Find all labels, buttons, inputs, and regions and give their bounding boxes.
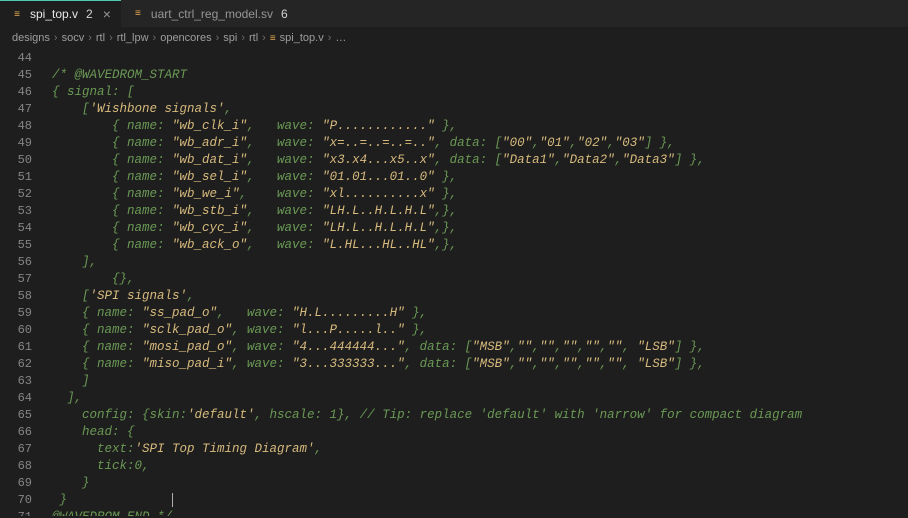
line-number: 55 xyxy=(0,237,32,254)
line-number: 48 xyxy=(0,118,32,135)
dirty-count: 2 xyxy=(86,7,93,21)
breadcrumb-seg[interactable]: spi xyxy=(223,32,237,44)
breadcrumb-seg[interactable]: rtl_lpw xyxy=(117,32,149,44)
code-line[interactable]: @WAVEDROM_END */ xyxy=(52,509,802,516)
line-number: 56 xyxy=(0,254,32,271)
line-number: 65 xyxy=(0,407,32,424)
line-number: 49 xyxy=(0,135,32,152)
code-line[interactable]: { name: "wb_clk_i", wave: "P............… xyxy=(52,118,802,135)
tab-label: uart_ctrl_reg_model.sv xyxy=(151,7,273,21)
breadcrumb-seg[interactable]: opencores xyxy=(160,32,211,44)
code-line[interactable]: { name: "sclk_pad_o", wave: "l...P.....l… xyxy=(52,322,802,339)
line-number: 44 xyxy=(0,50,32,67)
code-line[interactable]: } xyxy=(52,475,802,492)
line-number: 60 xyxy=(0,322,32,339)
line-number: 67 xyxy=(0,441,32,458)
line-number: 45 xyxy=(0,67,32,84)
breadcrumb-seg[interactable]: rtl xyxy=(96,32,105,44)
line-number: 53 xyxy=(0,203,32,220)
breadcrumb-file[interactable]: spi_top.v xyxy=(280,32,324,44)
code-line[interactable]: { name: "wb_we_i", wave: "xl..........x"… xyxy=(52,186,802,203)
code-line[interactable]: ], xyxy=(52,254,802,271)
chevron-right-icon: › xyxy=(109,32,113,44)
code-line[interactable]: text:'SPI Top Timing Diagram', xyxy=(52,441,802,458)
code-line[interactable]: /* @WAVEDROM_START xyxy=(52,67,802,84)
code-body[interactable]: /* @WAVEDROM_START{ signal: [ ['Wishbone… xyxy=(40,48,802,516)
code-line[interactable]: ], xyxy=(52,390,802,407)
line-number: 70 xyxy=(0,492,32,509)
line-number: 51 xyxy=(0,169,32,186)
breadcrumb-seg[interactable]: rtl xyxy=(249,32,258,44)
line-number: 71 xyxy=(0,509,32,516)
chevron-right-icon: › xyxy=(328,32,332,44)
line-number: 52 xyxy=(0,186,32,203)
line-number: 63 xyxy=(0,373,32,390)
breadcrumb-seg[interactable]: socv xyxy=(62,32,85,44)
code-line[interactable]: head: { xyxy=(52,424,802,441)
code-line[interactable]: ['Wishbone signals', xyxy=(52,101,802,118)
tab-uart-model[interactable]: ≡ uart_ctrl_reg_model.sv 6 xyxy=(121,0,298,27)
line-number: 47 xyxy=(0,101,32,118)
code-line[interactable]: } xyxy=(52,492,802,509)
breadcrumb-rest: … xyxy=(335,32,346,44)
code-line[interactable]: { name: "miso_pad_i", wave: "3...333333.… xyxy=(52,356,802,373)
close-icon[interactable]: × xyxy=(103,6,111,22)
tab-spi-top[interactable]: ≡ spi_top.v 2 × xyxy=(0,0,121,27)
tab-label: spi_top.v xyxy=(30,7,78,21)
code-line[interactable]: ['SPI signals', xyxy=(52,288,802,305)
chevron-right-icon: › xyxy=(216,32,220,44)
code-line[interactable]: { name: "wb_dat_i", wave: "x3.x4...x5..x… xyxy=(52,152,802,169)
sv-file-icon: ≡ xyxy=(131,7,145,21)
line-number: 62 xyxy=(0,356,32,373)
line-number: 57 xyxy=(0,271,32,288)
code-line[interactable]: {}, xyxy=(52,271,802,288)
line-number: 50 xyxy=(0,152,32,169)
line-number: 66 xyxy=(0,424,32,441)
code-line[interactable]: { name: "wb_ack_o", wave: "L.HL...HL..HL… xyxy=(52,237,802,254)
line-number: 64 xyxy=(0,390,32,407)
text-cursor-icon xyxy=(172,493,173,507)
code-line[interactable]: { name: "ss_pad_o", wave: "H.L.........H… xyxy=(52,305,802,322)
code-line[interactable]: ] xyxy=(52,373,802,390)
code-line[interactable]: { name: "mosi_pad_o", wave: "4...444444.… xyxy=(52,339,802,356)
line-number: 61 xyxy=(0,339,32,356)
chevron-right-icon: › xyxy=(54,32,58,44)
line-gutter: 4445464748495051525354555657585960616263… xyxy=(0,48,40,516)
chevron-right-icon: › xyxy=(88,32,92,44)
line-number: 59 xyxy=(0,305,32,322)
dirty-count: 6 xyxy=(281,7,288,21)
code-line[interactable]: { name: "wb_cyc_i", wave: "LH.L..H.L.H.L… xyxy=(52,220,802,237)
tab-bar: ≡ spi_top.v 2 × ≡ uart_ctrl_reg_model.sv… xyxy=(0,0,908,28)
code-line[interactable]: { signal: [ xyxy=(52,84,802,101)
chevron-right-icon: › xyxy=(262,32,266,44)
chevron-right-icon: › xyxy=(153,32,157,44)
line-number: 46 xyxy=(0,84,32,101)
chevron-right-icon: › xyxy=(241,32,245,44)
line-number: 58 xyxy=(0,288,32,305)
line-number: 69 xyxy=(0,475,32,492)
line-number: 54 xyxy=(0,220,32,237)
code-line[interactable]: { name: "wb_sel_i", wave: "01.01...01..0… xyxy=(52,169,802,186)
code-line[interactable]: { name: "wb_stb_i", wave: "LH.L..H.L.H.L… xyxy=(52,203,802,220)
verilog-file-icon: ≡ xyxy=(270,33,276,44)
breadcrumb[interactable]: designs› socv› rtl› rtl_lpw› opencores› … xyxy=(0,28,908,48)
code-line[interactable]: config: {skin:'default', hscale: 1}, // … xyxy=(52,407,802,424)
line-number: 68 xyxy=(0,458,32,475)
code-line[interactable]: { name: "wb_adr_i", wave: "x=..=..=..=..… xyxy=(52,135,802,152)
verilog-file-icon: ≡ xyxy=(10,7,24,21)
code-editor[interactable]: 4445464748495051525354555657585960616263… xyxy=(0,48,908,516)
code-line[interactable] xyxy=(52,50,802,67)
code-line[interactable]: tick:0, xyxy=(52,458,802,475)
breadcrumb-seg[interactable]: designs xyxy=(12,32,50,44)
